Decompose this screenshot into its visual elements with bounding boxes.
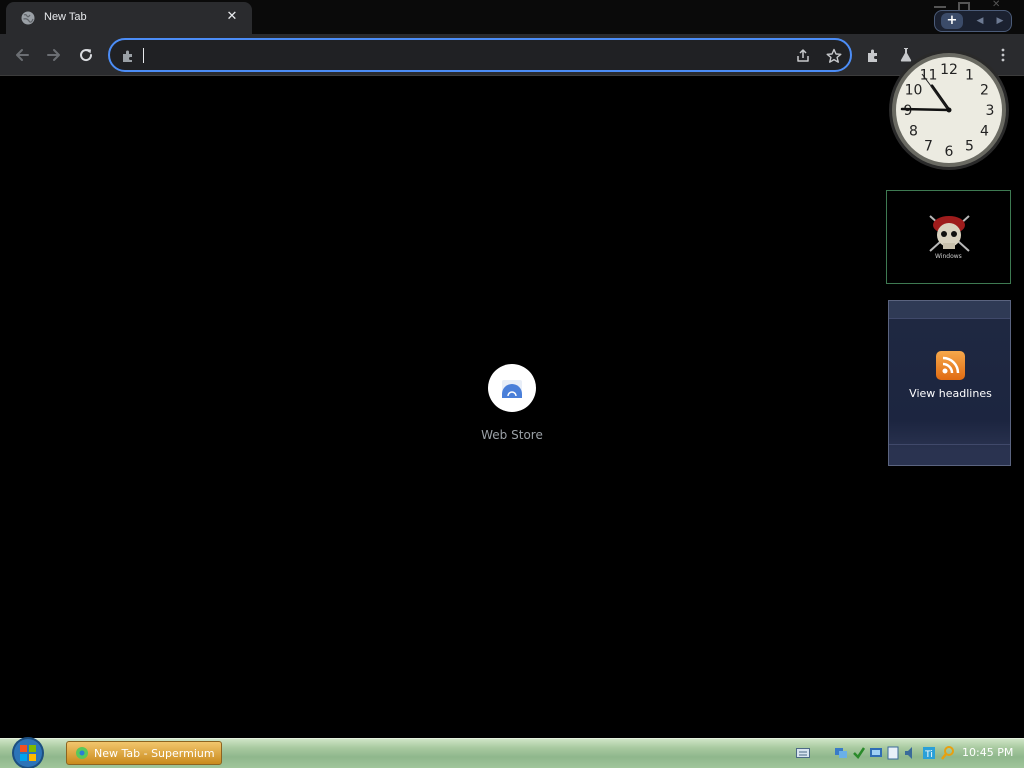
taskbar-clock[interactable]: 10:45 PM xyxy=(962,746,1013,759)
clock-gadget[interactable]: 12 1 2 3 4 5 6 7 8 9 10 11 xyxy=(886,50,1012,176)
feed-headlines-gadget[interactable]: View headlines xyxy=(888,300,1011,466)
tab-close-button[interactable]: ✕ xyxy=(225,9,239,25)
app-tray-icon[interactable]: Ti xyxy=(922,745,936,761)
desktop: New Tab ✕ ✕ + ◀ ▶ Web Store 12 1 2 3 4 5… xyxy=(0,0,1024,768)
taskbar-item-label: New Tab - Supermium xyxy=(94,747,215,760)
window-controls: ✕ xyxy=(930,0,1016,10)
forward-button[interactable] xyxy=(42,43,66,67)
security-check-icon[interactable] xyxy=(852,745,866,761)
display-icon[interactable] xyxy=(886,745,900,761)
tab-new-tab[interactable]: New Tab ✕ xyxy=(6,2,252,34)
clock-numeral: 12 xyxy=(940,62,958,78)
clock-numeral: 9 xyxy=(904,103,913,119)
taskbar-item-browser[interactable]: New Tab - Supermium xyxy=(66,741,222,765)
svg-text:Ti: Ti xyxy=(924,750,933,760)
start-button[interactable] xyxy=(6,734,52,768)
maximize-button[interactable] xyxy=(958,2,970,10)
reload-button[interactable] xyxy=(74,43,98,67)
clock-numeral: 8 xyxy=(909,124,918,140)
windows-logo-icon xyxy=(12,737,44,768)
add-gadget-button[interactable]: + xyxy=(941,13,963,29)
text-caret xyxy=(143,48,144,63)
slideshow-gadget[interactable]: Windows xyxy=(886,190,1011,284)
minute-hand xyxy=(900,107,951,112)
back-button[interactable] xyxy=(10,43,34,67)
next-gadget-button[interactable]: ▶ xyxy=(993,13,1007,29)
previous-gadget-button[interactable]: ◀ xyxy=(973,13,987,29)
keyboard-icon[interactable] xyxy=(796,746,810,759)
search-icon[interactable] xyxy=(941,745,955,761)
analog-clock: 12 12 3 45678 9 1011 xyxy=(889,50,1009,170)
back-icon xyxy=(16,49,29,61)
close-window-button[interactable]: ✕ xyxy=(992,0,1004,10)
share-button[interactable] xyxy=(794,47,812,65)
tab-strip: New Tab ✕ ✕ + ◀ ▶ xyxy=(0,0,1024,34)
monitor-icon[interactable] xyxy=(869,745,883,761)
forward-icon xyxy=(47,49,60,61)
clock-numeral: 11 xyxy=(920,68,938,84)
clock-numeral: 6 xyxy=(945,144,954,160)
browser-toolbar xyxy=(0,34,1024,76)
pirate-skull-icon xyxy=(929,215,970,252)
reload-icon xyxy=(80,49,93,62)
extensions-button[interactable] xyxy=(863,44,885,66)
star-icon xyxy=(826,48,842,63)
clock-numeral: 5 xyxy=(965,139,974,155)
clock-numeral: 4 xyxy=(980,124,989,140)
gadget-toolbar: + ◀ ▶ xyxy=(934,10,1012,32)
clock-numeral: 10 xyxy=(905,83,923,99)
network-icon[interactable] xyxy=(834,745,848,761)
bookmark-button[interactable] xyxy=(825,47,843,65)
clock-numeral: 1 xyxy=(965,68,974,84)
shortcut-label: Web Store xyxy=(481,428,543,442)
address-bar[interactable] xyxy=(108,38,852,72)
shortcut-web-store[interactable]: Web Store xyxy=(471,362,553,452)
web-store-icon xyxy=(502,380,522,398)
globe-icon xyxy=(21,11,35,25)
extensions-icon xyxy=(868,49,877,62)
share-icon xyxy=(797,49,809,62)
browser-app-icon xyxy=(76,747,88,759)
speaker-icon[interactable] xyxy=(903,745,917,761)
view-headlines-link[interactable]: View headlines xyxy=(889,387,1012,400)
clock-numeral: 3 xyxy=(986,103,995,119)
shortcut-tile xyxy=(488,364,536,412)
tab-title: New Tab xyxy=(44,11,87,23)
rss-icon xyxy=(936,351,965,380)
clock-numeral: 2 xyxy=(980,83,989,99)
puzzle-icon[interactable] xyxy=(120,48,136,64)
photo-caption: Windows xyxy=(935,253,962,260)
clock-numeral: 7 xyxy=(924,139,933,155)
